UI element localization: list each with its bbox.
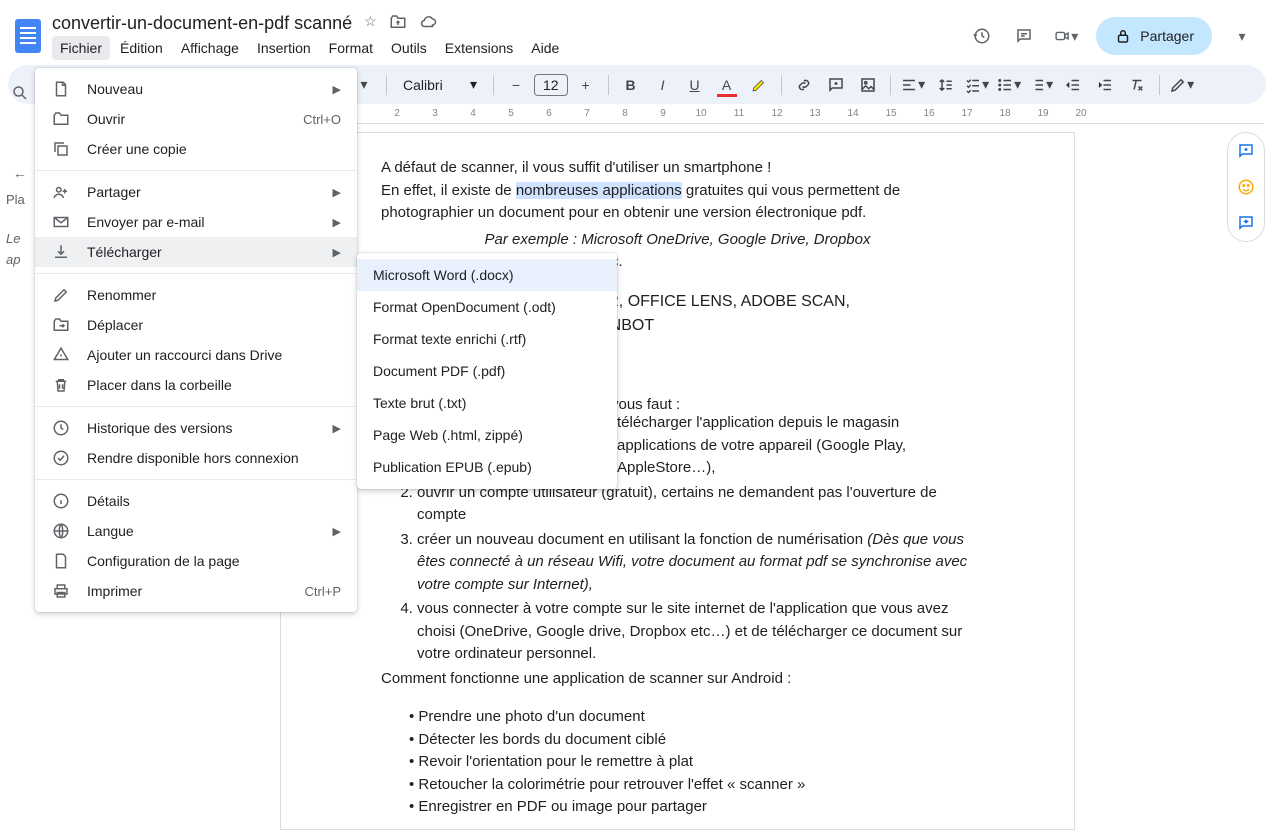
download-odt[interactable]: Format OpenDocument (.odt) [357,291,617,323]
download-rtf[interactable]: Format texte enrichi (.rtf) [357,323,617,355]
menu-format[interactable]: Format [321,36,381,60]
align-button[interactable]: ▾ [899,71,927,99]
history-icon[interactable] [970,24,994,48]
bold-button[interactable]: B [617,71,645,99]
menu-renommer[interactable]: Renommer [35,280,357,310]
share-button[interactable]: Partager [1096,17,1212,55]
menu-config[interactable]: Configuration de la page [35,546,357,576]
file-menu-dropdown: Nouveau▶ OuvrirCtrl+O Créer une copie Pa… [35,68,357,612]
menu-affichage[interactable]: Affichage [173,36,247,60]
menu-corbeille[interactable]: Placer dans la corbeille [35,370,357,400]
menu-telecharger[interactable]: Télécharger▶ [35,237,357,267]
link-button[interactable] [790,71,818,99]
menu-aide[interactable]: Aide [523,36,567,60]
docs-logo[interactable] [8,16,48,56]
image-button[interactable] [854,71,882,99]
download-pdf[interactable]: Document PDF (.pdf) [357,355,617,387]
menu-details[interactable]: Détails [35,486,357,516]
menu-ouvrir[interactable]: OuvrirCtrl+O [35,104,357,134]
menu-insertion[interactable]: Insertion [249,36,319,60]
add-comment-icon[interactable] [1228,133,1264,169]
font-size[interactable]: 12 [534,74,568,96]
emoji-icon[interactable] [1228,169,1264,205]
decrease-size[interactable]: − [502,71,530,99]
menu-email[interactable]: Envoyer par e-mail▶ [35,207,357,237]
underline-button[interactable]: U [681,71,709,99]
menu-hors-connexion[interactable]: Rendre disponible hors connexion [35,443,357,473]
document-title[interactable]: convertir-un-document-en-pdf scanné [52,13,352,34]
star-icon[interactable]: ☆ [364,13,377,34]
lock-icon [1114,27,1132,45]
line-spacing[interactable] [931,71,959,99]
menu-outils[interactable]: Outils [383,36,435,60]
comment-button[interactable] [822,71,850,99]
clear-format[interactable] [1123,71,1151,99]
text-color[interactable]: A [713,71,741,99]
download-submenu: Microsoft Word (.docx) Format OpenDocume… [357,253,617,489]
indent-button[interactable] [1091,71,1119,99]
checklist-button[interactable]: ▾ [963,71,991,99]
cloud-status-icon[interactable] [419,13,437,34]
download-docx[interactable]: Microsoft Word (.docx) [357,259,617,291]
share-dropdown[interactable]: ▾ [1230,24,1254,48]
menubar: Fichier Édition Affichage Insertion Form… [52,36,970,60]
menu-historique[interactable]: Historique des versions▶ [35,413,357,443]
font-select[interactable]: Calibri▾ [395,76,485,93]
menu-fichier[interactable]: Fichier [52,36,110,60]
menu-extensions[interactable]: Extensions [437,36,521,60]
download-html[interactable]: Page Web (.html, zippé) [357,419,617,451]
editing-mode[interactable]: ▾ [1168,71,1196,99]
outdent-button[interactable] [1059,71,1087,99]
menu-edition[interactable]: Édition [112,36,171,60]
bullet-list[interactable]: ▾ [995,71,1023,99]
download-txt[interactable]: Texte brut (.txt) [357,387,617,419]
menu-partager[interactable]: Partager▶ [35,177,357,207]
menu-raccourci[interactable]: Ajouter un raccourci dans Drive [35,340,357,370]
meet-icon[interactable]: ▾ [1054,24,1078,48]
increase-size[interactable]: + [572,71,600,99]
menu-nouveau[interactable]: Nouveau▶ [35,74,357,104]
numbered-list[interactable]: ▾ [1027,71,1055,99]
menu-langue[interactable]: Langue▶ [35,516,357,546]
back-icon[interactable]: ← [13,165,27,181]
outline-panel-fragment: Pla Le ap [6,192,34,273]
menu-copie[interactable]: Créer une copie [35,134,357,164]
download-epub[interactable]: Publication EPUB (.epub) [357,451,617,483]
comments-icon[interactable] [1012,24,1036,48]
italic-button[interactable]: I [649,71,677,99]
move-icon[interactable] [389,13,407,34]
highlight-button[interactable] [745,71,773,99]
search-icon[interactable] [11,84,29,105]
share-label: Partager [1140,28,1194,44]
suggest-icon[interactable] [1228,205,1264,241]
menu-imprimer[interactable]: ImprimerCtrl+P [35,576,357,606]
menu-deplacer[interactable]: Déplacer [35,310,357,340]
